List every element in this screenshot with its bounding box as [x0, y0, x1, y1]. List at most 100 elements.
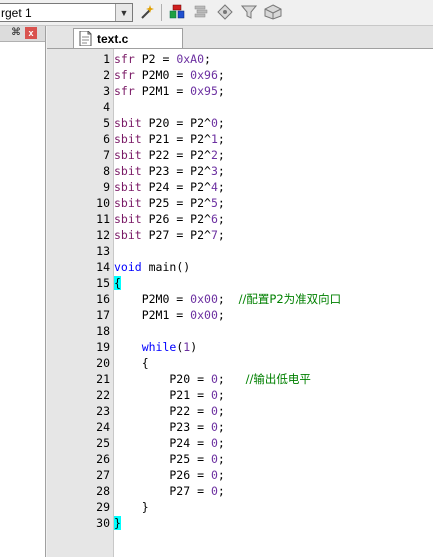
chevron-down-icon[interactable]: ▼ — [115, 4, 132, 21]
funnel-icon[interactable] — [240, 3, 258, 21]
code-token: 0 — [210, 388, 218, 402]
code-line[interactable]: 23 P22 = 0; — [50, 403, 433, 419]
line-number: 24 — [96, 420, 110, 434]
code-token: P23 = P2^ — [141, 164, 211, 178]
code-line[interactable]: 11 sbit P26 = P2^6; — [50, 211, 433, 227]
code-token: ; — [217, 308, 225, 322]
toolbar-separator — [161, 4, 162, 21]
code-line[interactable]: 12 sbit P27 = P2^7; — [50, 227, 433, 243]
code-token: ; — [217, 116, 225, 130]
code-text: P27 = 0; — [114, 483, 224, 499]
code-line[interactable]: 18 — [50, 323, 433, 339]
line-number: 2 — [103, 68, 110, 82]
code-token: P21 = — [114, 388, 211, 402]
code-token: //输出低电平 — [245, 372, 311, 386]
code-line[interactable]: 13 — [50, 243, 433, 259]
code-token: } — [114, 500, 149, 514]
line-number: 20 — [96, 356, 110, 370]
code-line[interactable]: 5 sbit P20 = P2^0; — [50, 115, 433, 131]
code-line[interactable]: 26 P25 = 0; — [50, 451, 433, 467]
code-token: sbit — [114, 116, 142, 130]
code-token: 0x96 — [190, 68, 218, 82]
code-line[interactable]: 25 P24 = 0; — [50, 435, 433, 451]
code-token: 4 — [210, 180, 218, 194]
code-text: sfr P2M0 = 0x96; — [114, 67, 225, 83]
magic-wand-icon[interactable] — [138, 3, 156, 21]
line-number: 9 — [103, 180, 110, 194]
code-line[interactable]: 14 void main() — [50, 259, 433, 275]
code-line[interactable]: 22 P21 = 0; — [50, 387, 433, 403]
close-icon[interactable]: x — [25, 27, 37, 39]
code-text: P25 = 0; — [114, 451, 225, 467]
code-token: ; — [217, 468, 225, 482]
code-line[interactable]: 27 P26 = 0; — [50, 467, 433, 483]
line-number: 13 — [96, 244, 110, 258]
code-token: P25 = — [114, 452, 211, 466]
code-line[interactable]: 16 P2M0 = 0x00; //配置P2为准双向口 — [50, 291, 433, 307]
code-token: ; — [217, 148, 225, 162]
code-token: sbit — [114, 212, 142, 226]
code-line[interactable]: 29 } — [50, 499, 433, 515]
code-text: while(1) — [114, 339, 197, 355]
code-token: 0x95 — [190, 84, 218, 98]
code-text: sfr P2M1 = 0x95; — [114, 83, 225, 99]
code-line[interactable]: 3 sfr P2M1 = 0x95; — [50, 83, 433, 99]
code-line[interactable]: 9 sbit P24 = P2^4; — [50, 179, 433, 195]
code-token: { — [114, 276, 121, 290]
code-line[interactable]: 8 sbit P23 = P2^3; — [50, 163, 433, 179]
code-token: ; — [217, 68, 225, 82]
code-line[interactable]: 28 P27 = 0; — [50, 483, 433, 499]
code-token: } — [114, 516, 121, 530]
code-line[interactable]: 4 — [50, 99, 433, 115]
line-number: 26 — [96, 452, 110, 466]
code-line[interactable]: 20 { — [50, 355, 433, 371]
tab-text-c[interactable]: text.c — [73, 28, 183, 48]
code-token: sbit — [114, 196, 142, 210]
code-line[interactable]: 10 sbit P25 = P2^5; — [50, 195, 433, 211]
code-line[interactable]: 7 sbit P22 = P2^2; — [50, 147, 433, 163]
code-token: 3 — [210, 164, 218, 178]
code-token: P2M1 = — [114, 308, 191, 322]
code-text: P2M1 = 0x00; — [114, 307, 225, 323]
cube-manage-icon[interactable] — [264, 3, 282, 21]
code-line[interactable]: 1 sfr P2 = 0xA0; — [50, 51, 433, 67]
code-text: } — [114, 499, 149, 515]
code-line[interactable]: 21 P20 = 0; //输出低电平 — [50, 371, 433, 387]
code-token: 0 — [210, 372, 218, 386]
code-token: P2M1 = — [134, 84, 191, 98]
stack-icon[interactable] — [168, 3, 186, 21]
line-number: 18 — [96, 324, 110, 338]
line-number: 19 — [96, 340, 110, 354]
tab-strip: text.c — [47, 26, 433, 49]
line-number: 7 — [103, 148, 110, 162]
diamond-icon[interactable] — [216, 3, 234, 21]
line-number: 8 — [103, 164, 110, 178]
code-token: ; — [217, 212, 225, 226]
code-line[interactable]: 6 sbit P21 = P2^1; — [50, 131, 433, 147]
code-token: P24 = — [114, 436, 211, 450]
code-token: P26 = P2^ — [141, 212, 211, 226]
stack-gray-icon[interactable] — [192, 3, 210, 21]
code-line[interactable]: 19 while(1) — [50, 339, 433, 355]
code-token: ; — [217, 404, 225, 418]
pin-icon[interactable]: ⌘ — [10, 27, 22, 39]
code-token: 1 — [210, 132, 218, 146]
code-line[interactable]: 2 sfr P2M0 = 0x96; — [50, 67, 433, 83]
code-token: sfr — [114, 52, 135, 66]
code-token: P27 = P2^ — [141, 228, 211, 242]
code-line[interactable]: 24 P23 = 0; — [50, 419, 433, 435]
code-text: sbit P27 = P2^7; — [114, 227, 225, 243]
code-token: P23 = — [114, 420, 211, 434]
line-number: 4 — [103, 100, 110, 114]
code-line[interactable]: 30} — [50, 515, 433, 531]
code-token: P22 = — [114, 404, 211, 418]
code-token: 0 — [210, 404, 218, 418]
target-select[interactable]: rget 1 ▼ — [0, 3, 133, 22]
code-line[interactable]: 17 P2M1 = 0x00; — [50, 307, 433, 323]
line-number: 25 — [96, 436, 110, 450]
code-token: ; — [217, 372, 246, 386]
line-number: 29 — [96, 500, 110, 514]
code-token: ; — [217, 452, 225, 466]
code-line[interactable]: 15 { — [50, 275, 433, 291]
line-number: 1 — [103, 52, 110, 66]
